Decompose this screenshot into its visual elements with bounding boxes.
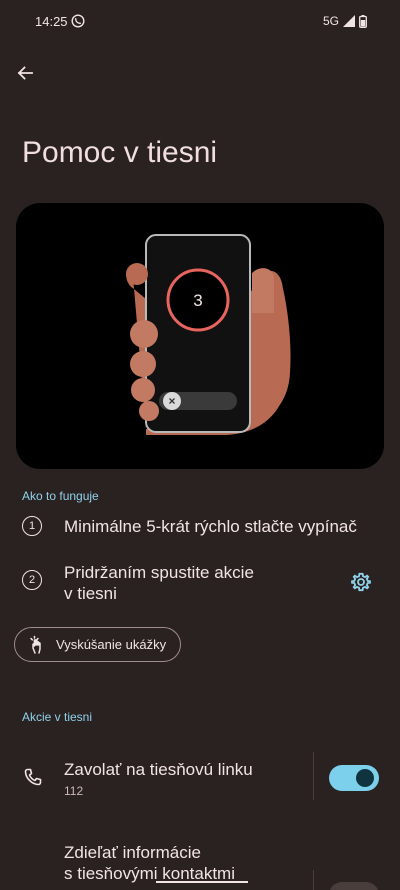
divider <box>313 752 314 800</box>
call-emergency-toggle[interactable] <box>329 765 379 791</box>
emergency-actions-header: Akcie v tiesni <box>22 710 93 724</box>
page-title: Pomoc v tiesni <box>22 136 218 169</box>
call-emergency-title[interactable]: Zavolať na tiesňovú linku <box>64 759 253 780</box>
how-it-works-header: Ako to funguje <box>22 489 99 503</box>
hand-phone-illustration: 3 <box>126 234 291 435</box>
toggle-knob <box>356 769 374 787</box>
settings-button[interactable] <box>348 569 374 595</box>
share-info-title-line1[interactable]: Zdieľať informácie <box>64 842 201 863</box>
step-2-number-icon: 2 <box>22 570 42 590</box>
step-1-text: Minimálne 5-krát rýchlo stlačte vypínač <box>64 517 357 536</box>
gear-icon <box>351 572 371 592</box>
try-demo-button[interactable]: Vyskúšanie ukážky <box>14 627 182 662</box>
try-demo-label: Vyskúšanie ukážky <box>56 637 167 652</box>
back-button[interactable] <box>10 58 40 88</box>
step-1-number-icon: 1 <box>22 516 42 536</box>
countdown-number: 3 <box>193 291 202 310</box>
share-info-toggle[interactable] <box>329 882 379 890</box>
step-2: 2 Pridržaním spustite akcie v tiesni <box>22 563 254 603</box>
step-1: 1 Minimálne 5-krát rýchlo stlačte vypína… <box>22 516 357 536</box>
divider <box>313 870 314 890</box>
battery-icon <box>359 14 367 28</box>
phone-icon <box>24 768 42 786</box>
step-2-text-line1: Pridržaním spustite akcie <box>64 563 254 582</box>
viber-icon <box>71 14 85 28</box>
emergency-sos-illustration: 3 <box>16 203 384 469</box>
emergency-number: 112 <box>64 784 84 798</box>
network-type: 5G <box>322 14 339 28</box>
step-2-text-line2: v tiesni <box>64 584 117 603</box>
status-time: 14:25 <box>35 14 68 29</box>
back-arrow-icon <box>17 66 33 80</box>
status-bar: 14:25 5G <box>0 0 400 44</box>
touch-gesture-icon <box>30 635 41 654</box>
signal-icon <box>343 15 355 27</box>
text-selection-underline <box>156 881 248 883</box>
status-indicators: 5G <box>323 14 367 28</box>
